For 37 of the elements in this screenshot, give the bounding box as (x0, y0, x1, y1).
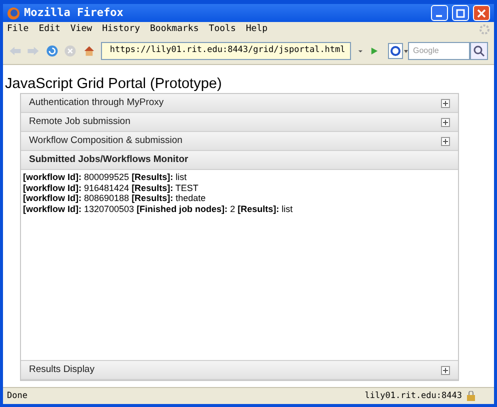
menu-item[interactable]: Help (246, 22, 268, 36)
minimize-icon (436, 14, 442, 16)
menu-item[interactable]: Bookmarks (150, 22, 199, 36)
close-icon (477, 8, 486, 18)
page-heading: JavaScript Grid Portal (Prototype) (4, 75, 223, 93)
panel-header[interactable]: Submitted Jobs/Workflows Monitor (21, 151, 458, 170)
menu-item[interactable]: View (70, 22, 92, 36)
workflow-line: [workflow Id]: 808690188 [Results]: thedate (23, 193, 207, 204)
window-title: Mozilla Firefox (24, 4, 124, 21)
menu-item[interactable]: Tools (208, 22, 236, 36)
workflow-line: [workflow Id]: 1320700503 [Finished job nodes]: 2 [Results]: list (23, 204, 294, 214)
panel-header[interactable]: Authentication through MyProxy (21, 94, 458, 113)
expand-icon[interactable] (441, 98, 450, 108)
menu-item[interactable]: History (102, 22, 140, 36)
panel-header[interactable]: Workflow Composition & submission (21, 132, 458, 151)
expand-icon[interactable] (441, 118, 450, 126)
panel-header[interactable]: Remote Job submission (21, 113, 458, 132)
panel-header[interactable]: Results Display (21, 361, 458, 380)
expand-icon[interactable] (441, 136, 450, 146)
search-engine-icon[interactable] (388, 42, 408, 58)
status-host: lily01.rit.edu:8443 (364, 390, 462, 402)
menu-item[interactable]: File (7, 22, 29, 36)
maximize-button[interactable] (452, 5, 469, 21)
expand-icon[interactable] (441, 366, 450, 374)
throbber-icon (479, 24, 490, 35)
search-field[interactable]: Google (408, 42, 470, 60)
status-text: Done (7, 390, 28, 402)
menu-item[interactable]: Edit (38, 22, 60, 36)
search-icon[interactable] (470, 42, 488, 60)
workflow-line: [workflow Id]: 800099525 [Results]: list (23, 172, 188, 182)
lock-icon (466, 391, 476, 401)
address-field[interactable]: https://lily01.rit.edu:8443/grid/jsportal.html (100, 42, 351, 60)
maximize-icon (456, 8, 465, 18)
close-button[interactable] (473, 5, 490, 21)
minimize-button[interactable] (431, 5, 448, 21)
workflow-line: [workflow Id]: 916481424 [Results]: TEST (23, 182, 200, 193)
browser-logo-icon (7, 6, 20, 20)
